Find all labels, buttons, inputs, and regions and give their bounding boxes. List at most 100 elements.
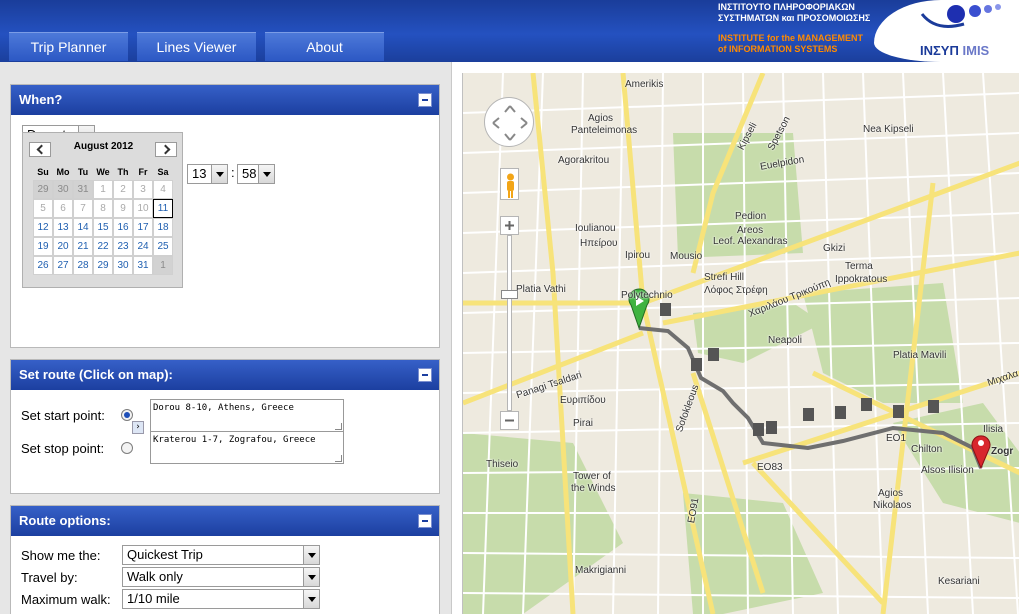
map-label: Alsos Ilision: [921, 465, 974, 476]
calendar-day[interactable]: 31: [133, 256, 153, 275]
chevron-down-icon: [303, 546, 319, 564]
map-label: Leof. Alexandras: [713, 236, 788, 247]
zoom-slider-handle[interactable]: [501, 290, 518, 299]
calendar-day[interactable]: 20: [53, 237, 73, 256]
next-month-button[interactable]: [155, 142, 177, 157]
calendar-day[interactable]: 29: [93, 256, 113, 275]
start-address-field[interactable]: Dorou 8-10, Athens, Greece: [150, 399, 344, 432]
app-header: Trip Planner Lines Viewer About ΙΝΣΤΙΤΟΥ…: [0, 0, 1019, 62]
calendar-day[interactable]: 29: [33, 180, 53, 199]
calendar-day[interactable]: 26: [33, 256, 53, 275]
brand-name-greek: ΙΝΣΤΙΤΟΥΤΟ ΠΛΗΡΟΦΟΡΙΑΚΩΝ ΣΥΣΤΗΜΑΤΩΝ και …: [718, 2, 871, 23]
route-header: Set route (Click on map):: [11, 360, 439, 390]
pegman-icon[interactable]: [500, 168, 519, 200]
calendar-day[interactable]: 14: [73, 218, 93, 237]
calendar-day[interactable]: 31: [73, 180, 93, 199]
map-label: Polytechnio: [621, 290, 673, 301]
map-label: Terma: [845, 261, 873, 272]
calendar-day[interactable]: 19: [33, 237, 53, 256]
calendar-day[interactable]: 12: [33, 218, 53, 237]
calendar-day[interactable]: 1: [93, 180, 113, 199]
calendar-day[interactable]: 10: [133, 199, 153, 218]
tab-trip-planner[interactable]: Trip Planner: [9, 32, 128, 61]
travel-by-select[interactable]: Walk only: [122, 567, 320, 587]
calendar-day[interactable]: 16: [113, 218, 133, 237]
show-me-select[interactable]: Quickest Trip: [122, 545, 320, 565]
calendar-weekday: Tu: [77, 167, 89, 177]
collapse-when-button[interactable]: [418, 93, 432, 107]
calendar-weekday: We: [96, 167, 110, 177]
calendar-day[interactable]: 1: [153, 256, 173, 275]
stop-point-label: Set stop point:: [21, 441, 105, 456]
map-canvas[interactable]: [463, 73, 1019, 614]
calendar-weekday: Fr: [138, 167, 148, 177]
swap-points-icon[interactable]: ›: [132, 421, 144, 434]
calendar-weekday: Mo: [56, 167, 70, 177]
calendar-day[interactable]: 4: [153, 180, 173, 199]
map-label: Panteleimonas: [571, 125, 638, 136]
travel-by-label: Travel by:: [21, 570, 78, 585]
calendar-day[interactable]: 23: [113, 237, 133, 256]
map-label: the Winds: [571, 483, 616, 494]
chevron-down-icon: [258, 165, 274, 183]
calendar-day[interactable]: 25: [153, 237, 173, 256]
map-label: EO1: [886, 433, 907, 444]
collapse-options-button[interactable]: [418, 514, 432, 528]
calendar-day[interactable]: 13: [53, 218, 73, 237]
calendar-day[interactable]: 17: [133, 218, 153, 237]
stop-address-field[interactable]: Kraterou 1-7, Zografou, Greece: [150, 431, 344, 464]
calendar-day[interactable]: 28: [73, 256, 93, 275]
calendar-week-row: 26 27 28 29 30 31 1: [33, 256, 174, 275]
calendar-day[interactable]: 30: [113, 256, 133, 275]
collapse-route-button[interactable]: [418, 368, 432, 382]
calendar-day[interactable]: 15: [93, 218, 113, 237]
calendar-day[interactable]: 8: [93, 199, 113, 218]
date-calendar: August 2012 Su Mo Tu We Th Fr Sa 29 30 31 1 2 3 4 5 6 7 8…: [22, 132, 183, 288]
calendar-day[interactable]: 5: [33, 199, 53, 218]
map-label: Mousio: [670, 251, 703, 262]
map-label: Ippokratous: [835, 274, 888, 285]
calendar-week-row: 29 30 31 1 2 3 4: [33, 180, 174, 199]
calendar-week-row: 19 20 21 22 23 24 25: [33, 237, 174, 256]
start-point-radio[interactable]: [121, 409, 133, 421]
calendar-weekday: Su: [37, 167, 49, 177]
calendar-day[interactable]: 21: [73, 237, 93, 256]
map-pan-control[interactable]: [484, 97, 534, 147]
calendar-day[interactable]: 2: [113, 180, 133, 199]
calendar-day[interactable]: 27: [53, 256, 73, 275]
stop-point-radio[interactable]: [121, 442, 133, 454]
route-map[interactable]: Amerikis Agios Panteleimonas Agorakritou…: [462, 73, 1019, 614]
calendar-day[interactable]: 18: [153, 218, 173, 237]
resize-grip-icon[interactable]: [335, 455, 342, 462]
calendar-day[interactable]: 30: [53, 180, 73, 199]
minute-select[interactable]: 58: [237, 164, 275, 184]
calendar-week-row: 5 6 7 8 9 10 11: [33, 199, 174, 218]
calendar-day[interactable]: 6: [53, 199, 73, 218]
zoom-out-button[interactable]: [500, 411, 519, 430]
calendar-day[interactable]: 9: [113, 199, 133, 218]
resize-grip-icon[interactable]: [335, 423, 342, 430]
calendar-day[interactable]: 7: [73, 199, 93, 218]
hour-select[interactable]: 13: [187, 164, 228, 184]
zoom-slider-track[interactable]: [507, 235, 512, 411]
zoom-in-button[interactable]: [500, 216, 519, 235]
calendar-day[interactable]: 11: [153, 199, 173, 218]
time-separator: :: [231, 165, 235, 180]
calendar-weekday: Th: [117, 167, 129, 177]
map-label: Platia Vathi: [516, 284, 566, 295]
calendar-day[interactable]: 22: [93, 237, 113, 256]
calendar-grid: Su Mo Tu We Th Fr Sa 29 30 31 1 2 3 4 5 6 7 8 9 10 11 12 13 14 1…: [33, 164, 174, 275]
show-me-label: Show me the:: [21, 548, 101, 563]
map-label: Kesariani: [938, 576, 980, 587]
calendar-day[interactable]: 24: [133, 237, 153, 256]
tab-lines-viewer[interactable]: Lines Viewer: [137, 32, 256, 61]
max-walk-select[interactable]: 1/10 mile: [122, 589, 320, 609]
options-header: Route options:: [11, 506, 439, 536]
calendar-day[interactable]: 3: [133, 180, 153, 199]
tab-about[interactable]: About: [265, 32, 384, 61]
map-label: Ipirou: [625, 250, 651, 261]
map-label: Ioulianou: [575, 223, 616, 234]
map-label: Zogr: [991, 446, 1014, 457]
map-label: Makrigianni: [575, 565, 627, 576]
chevron-down-icon: [303, 590, 319, 608]
